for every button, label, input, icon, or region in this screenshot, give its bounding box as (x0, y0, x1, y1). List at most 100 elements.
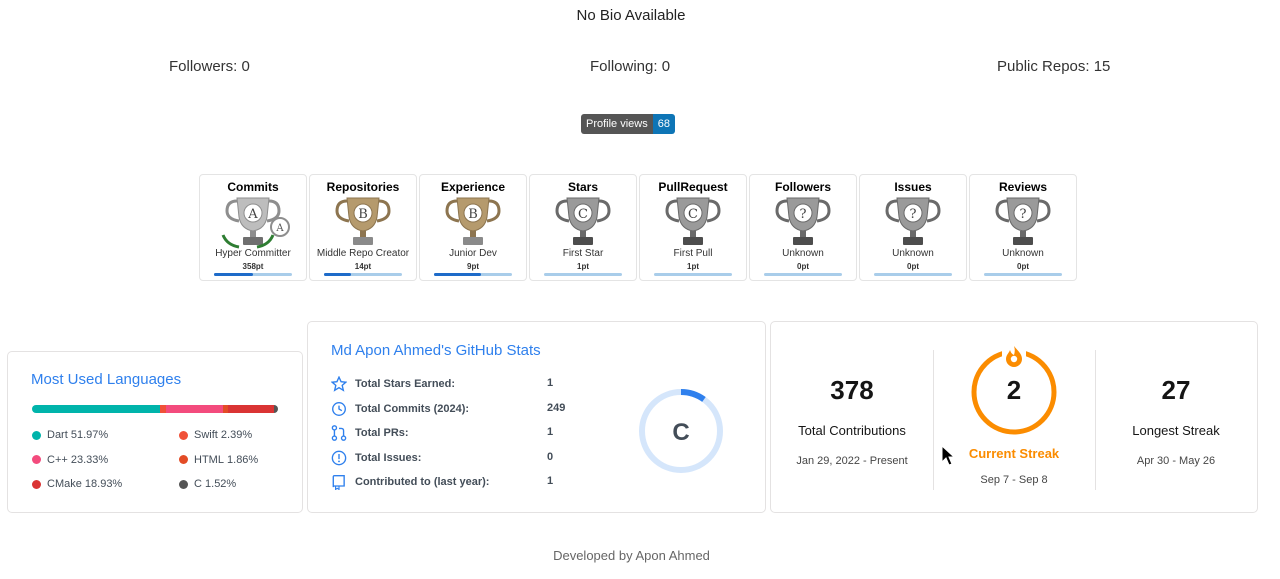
longest-streak-label: Longest Streak (1132, 423, 1220, 438)
languages-card[interactable]: Most Used Languages Dart 51.97% Swift 2.… (7, 351, 303, 513)
total-contributions-value: 378 (830, 375, 874, 405)
language-color-dot (179, 455, 188, 464)
current-streak-range: Sep 7 - Sep 8 (980, 474, 1048, 486)
stats-title: Md Apon Ahmed's GitHub Stats (331, 342, 541, 359)
stat-label: Total PRs: (355, 427, 409, 440)
stat-row: Total Issues: (331, 450, 421, 466)
language-bar-segment (227, 405, 275, 413)
trophy-row: Commits A A Hyper Committer 358pt Reposi… (199, 174, 1079, 281)
total-contributions-range: Jan 29, 2022 - Present (796, 455, 908, 467)
rank-circle: C (639, 389, 723, 473)
language-percent: 18.93% (84, 478, 123, 490)
stat-label: Total Commits (2024): (355, 402, 470, 415)
svg-text:B: B (468, 207, 478, 222)
language-percent: 1.52% (205, 478, 237, 490)
stat-row: Contributed to (last year): (331, 474, 490, 491)
current-streak-label: Current Streak (968, 446, 1060, 461)
footer-credit: Developed by Apon Ahmed (553, 548, 710, 563)
language-name: CMake (47, 478, 82, 490)
longest-streak-range: Apr 30 - May 26 (1136, 455, 1216, 467)
language-bar-segment (165, 405, 224, 413)
trophy-card[interactable]: Commits A A Hyper Committer 358pt (199, 174, 307, 281)
trophy-card[interactable]: Issues ? Unknown 0pt (859, 174, 967, 281)
language-item: Swift 2.39% (179, 429, 252, 441)
svg-text:?: ? (910, 207, 917, 222)
language-percent: 2.39% (220, 429, 253, 441)
trophy-title: Repositories (326, 180, 400, 194)
stat-value: 1 (547, 475, 554, 488)
trophy-rank: First Pull (673, 248, 713, 259)
language-percent: 23.33% (70, 453, 109, 466)
stat-value: 1 (547, 377, 554, 389)
language-name: Swift (194, 429, 218, 441)
trophy-progress-bar (654, 273, 732, 276)
trophy-card[interactable]: Stars C First Star 1pt (529, 174, 637, 281)
pull-request-icon (331, 425, 347, 442)
trophy-cup-icon: C (665, 197, 721, 245)
trophy-cup-icon: B (335, 197, 391, 245)
languages-title: Most Used Languages (31, 371, 182, 388)
trophy-card[interactable]: Reviews ? Unknown 0pt (969, 174, 1077, 281)
trophy-rank: Middle Repo Creator (316, 248, 410, 259)
trophy-progress-bar (214, 273, 292, 276)
bio-text: No Bio Available (576, 7, 686, 24)
trophy-points: 1pt (577, 262, 589, 271)
trophy-rank: Unknown (1002, 248, 1044, 259)
following-count: Following: 0 (590, 58, 671, 75)
mouse-cursor-icon (941, 445, 956, 466)
stat-row: Total Stars Earned: (331, 376, 455, 392)
followers-count: Followers: 0 (169, 58, 250, 75)
trophy-progress-bar (324, 273, 402, 276)
trophy-title: Experience (440, 180, 506, 194)
trophy-progress-bar (874, 273, 952, 276)
stat-value: 249 (547, 401, 566, 414)
svg-text:?: ? (800, 207, 807, 222)
trophy-card[interactable]: Experience B Junior Dev 9pt (419, 174, 527, 281)
trophy-cup-icon: ? (885, 197, 941, 245)
trophy-title: Reviews (998, 180, 1048, 194)
svg-text:A: A (275, 223, 284, 234)
language-color-dot (32, 430, 41, 440)
trophy-points: 9pt (467, 262, 479, 271)
stat-value: 1 (547, 426, 554, 439)
trophy-points: 0pt (907, 262, 919, 271)
trophy-title: Stars (567, 180, 599, 194)
current-streak-value: 2 (1006, 375, 1022, 405)
divider (1095, 350, 1096, 490)
language-name: C++ (47, 453, 68, 466)
trophy-card[interactable]: Followers ? Unknown 0pt (749, 174, 857, 281)
public-repos-count: Public Repos: 15 (997, 58, 1111, 75)
trophy-title: Followers (774, 180, 831, 194)
stat-label: Total Issues: (355, 451, 422, 464)
total-contributions-label: Total Contributions (798, 423, 906, 438)
trophy-points: 1pt (687, 262, 699, 271)
repo-icon (332, 475, 345, 491)
stat-row: Total PRs: (331, 425, 409, 442)
divider (933, 350, 934, 490)
language-name: Dart (47, 429, 68, 441)
trophy-cup-icon: C (555, 197, 611, 245)
longest-streak-value: 27 (1161, 375, 1191, 405)
svg-text:B: B (358, 207, 368, 222)
svg-text:C: C (578, 207, 588, 222)
trophy-card[interactable]: PullRequest C First Pull 1pt (639, 174, 747, 281)
profile-views-badge[interactable]: Profile views 68 (581, 114, 675, 134)
language-name: HTML (194, 453, 224, 466)
profile-views-label: Profile views (581, 114, 653, 134)
streak-card[interactable]: 378 Total Contributions Jan 29, 2022 - P… (770, 321, 1258, 513)
language-bar-segment (32, 405, 160, 413)
language-color-dot (32, 479, 41, 489)
svg-text:?: ? (1020, 207, 1027, 222)
github-stats-card[interactable]: Md Apon Ahmed's GitHub Stats Total Stars… (307, 321, 766, 513)
trophy-card[interactable]: Repositories B Middle Repo Creator 14pt (309, 174, 417, 281)
language-item: C 1.52% (179, 478, 236, 490)
profile-views-count: 68 (652, 114, 675, 134)
trophy-points: 0pt (1017, 262, 1029, 271)
trophy-progress-bar (434, 273, 512, 276)
languages-progress-bar (32, 405, 278, 413)
svg-text:C: C (688, 207, 698, 222)
rank-letter: C (672, 419, 689, 446)
trophy-points: 14pt (354, 262, 372, 271)
trophy-progress-bar (764, 273, 842, 276)
stat-label: Contributed to (last year): (355, 476, 490, 489)
